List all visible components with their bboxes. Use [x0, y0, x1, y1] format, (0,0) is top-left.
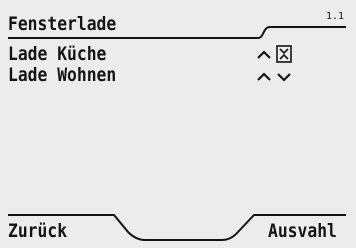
menu-item-label: Lade Wohnen — [8, 64, 117, 86]
screen-frame-lines — [8, 26, 346, 241]
lcd-screen: Fensterlade 1.1 Lade Küche Lade Wohnen Z… — [0, 0, 356, 248]
select-softkey[interactable]: Ausvahl — [268, 221, 337, 241]
back-softkey[interactable]: Zurück — [8, 221, 67, 241]
stop-icon[interactable] — [276, 45, 292, 63]
up-arrow-icon[interactable] — [256, 70, 272, 84]
menu-item-label: Lade Küche — [8, 43, 107, 65]
up-arrow-icon[interactable] — [256, 48, 272, 62]
page-indicator: 1.1 — [326, 11, 345, 22]
down-arrow-icon[interactable] — [276, 70, 292, 84]
page-title: Fensterlade — [8, 13, 117, 35]
